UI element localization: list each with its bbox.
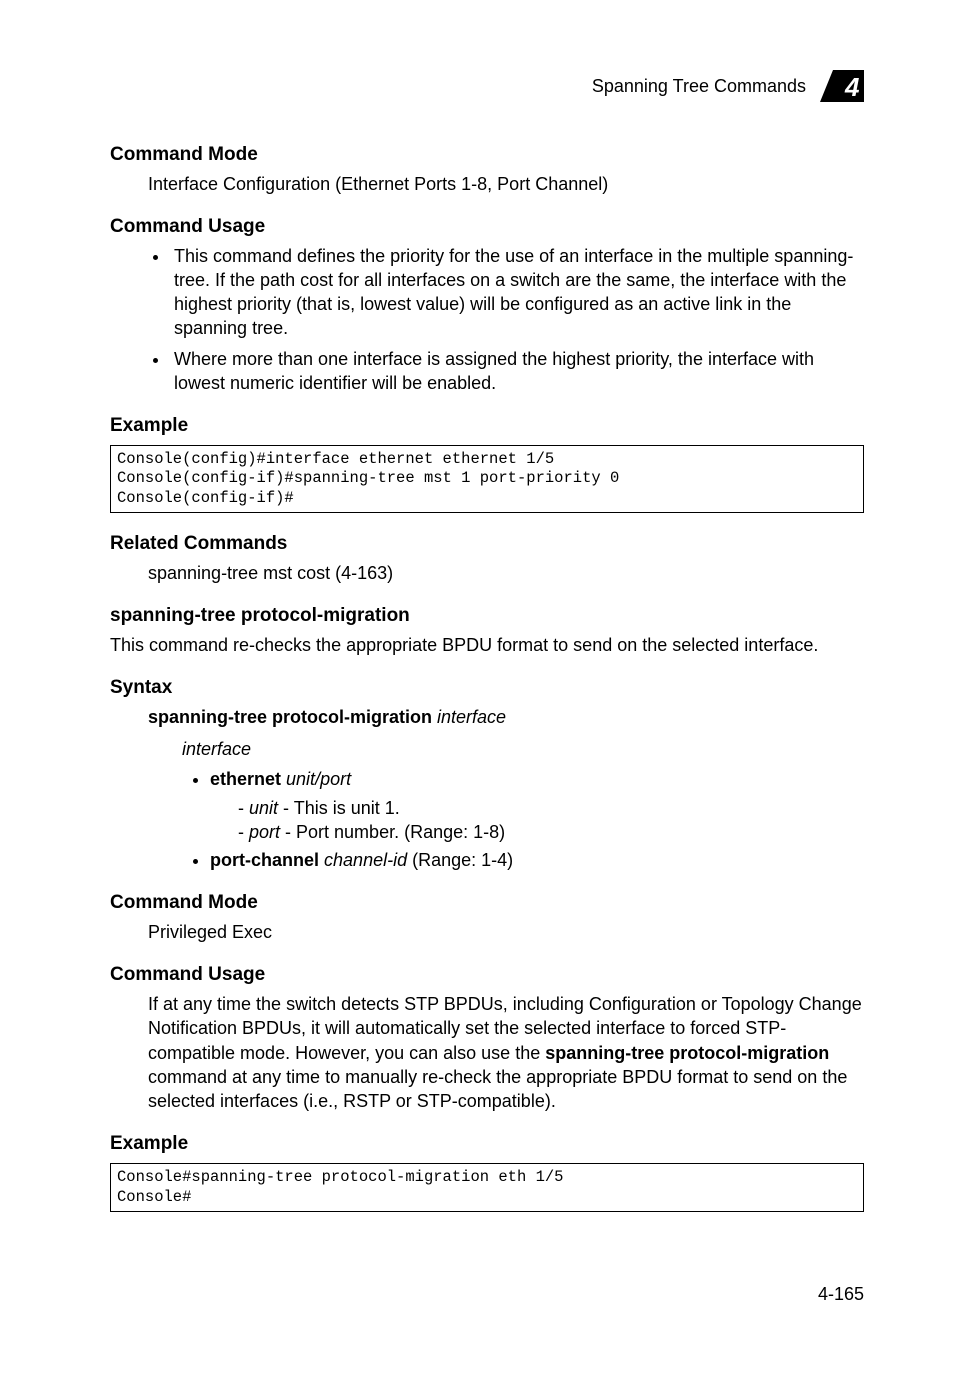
command-name: spanning-tree protocol-migration xyxy=(110,603,864,629)
ethernet-unit-arg: unit xyxy=(286,769,315,789)
ethernet-unit-desc: unit - This is unit 1. xyxy=(238,796,864,820)
syntax-option-list: ethernet unit/port unit - This is unit 1… xyxy=(210,767,864,872)
chapter-badge-icon: 4 xyxy=(820,70,864,102)
text-command-mode-2: Privileged Exec xyxy=(148,920,864,944)
heading-syntax: Syntax xyxy=(110,675,864,701)
usage-bullet-1: This command defines the priority for th… xyxy=(170,244,864,341)
heading-command-mode-1: Command Mode xyxy=(110,142,864,168)
port-arg-name: port xyxy=(249,822,280,842)
running-header: Spanning Tree Commands 4 xyxy=(110,70,864,102)
port-channel-keyword: port-channel xyxy=(210,850,319,870)
heading-command-usage-1: Command Usage xyxy=(110,214,864,240)
heading-example-1: Example xyxy=(110,413,864,439)
syntax-arg: interface xyxy=(437,707,506,727)
syntax-option-ethernet: ethernet unit/port unit - This is unit 1… xyxy=(210,767,864,844)
usage2-post: command at any time to manually re-check… xyxy=(148,1067,847,1111)
text-command-mode-1: Interface Configuration (Ethernet Ports … xyxy=(148,172,864,196)
syntax-arg-heading: interface xyxy=(182,737,864,761)
heading-command-usage-2: Command Usage xyxy=(110,962,864,988)
usage-bullet-2: Where more than one interface is assigne… xyxy=(170,347,864,396)
heading-related-commands: Related Commands xyxy=(110,531,864,557)
port-arg-desc: - Port number. (Range: 1-8) xyxy=(280,822,505,842)
syntax-line: spanning-tree protocol-migration interfa… xyxy=(148,705,864,729)
unit-arg-name: unit xyxy=(249,798,278,818)
port-channel-arg: channel-id xyxy=(324,850,407,870)
related-commands-text: spanning-tree mst cost (4-163) xyxy=(148,561,864,585)
page-number: 4-165 xyxy=(110,1282,864,1306)
usage2-bold: spanning-tree protocol-migration xyxy=(545,1043,829,1063)
text-command-usage-2: If at any time the switch detects STP BP… xyxy=(148,992,864,1113)
code-block-2: Console#spanning-tree protocol-migration… xyxy=(110,1163,864,1212)
ethernet-port-arg: port xyxy=(320,769,351,789)
ethernet-subargs: unit - This is unit 1. port - Port numbe… xyxy=(238,796,864,845)
running-title: Spanning Tree Commands xyxy=(592,74,806,98)
syntax-literal: spanning-tree protocol-migration xyxy=(148,707,432,727)
ethernet-port-desc: port - Port number. (Range: 1-8) xyxy=(238,820,864,844)
chapter-number: 4 xyxy=(844,72,860,102)
syntax-option-port-channel: port-channel channel-id (Range: 1-4) xyxy=(210,848,864,872)
port-channel-desc: (Range: 1-4) xyxy=(407,850,513,870)
ethernet-keyword: ethernet xyxy=(210,769,281,789)
command-description: This command re-checks the appropriate B… xyxy=(110,633,864,657)
heading-command-mode-2: Command Mode xyxy=(110,890,864,916)
unit-arg-desc: - This is unit 1. xyxy=(278,798,400,818)
heading-example-2: Example xyxy=(110,1131,864,1157)
usage-bullet-list-1: This command defines the priority for th… xyxy=(170,244,864,396)
code-block-1: Console(config)#interface ethernet ether… xyxy=(110,445,864,513)
